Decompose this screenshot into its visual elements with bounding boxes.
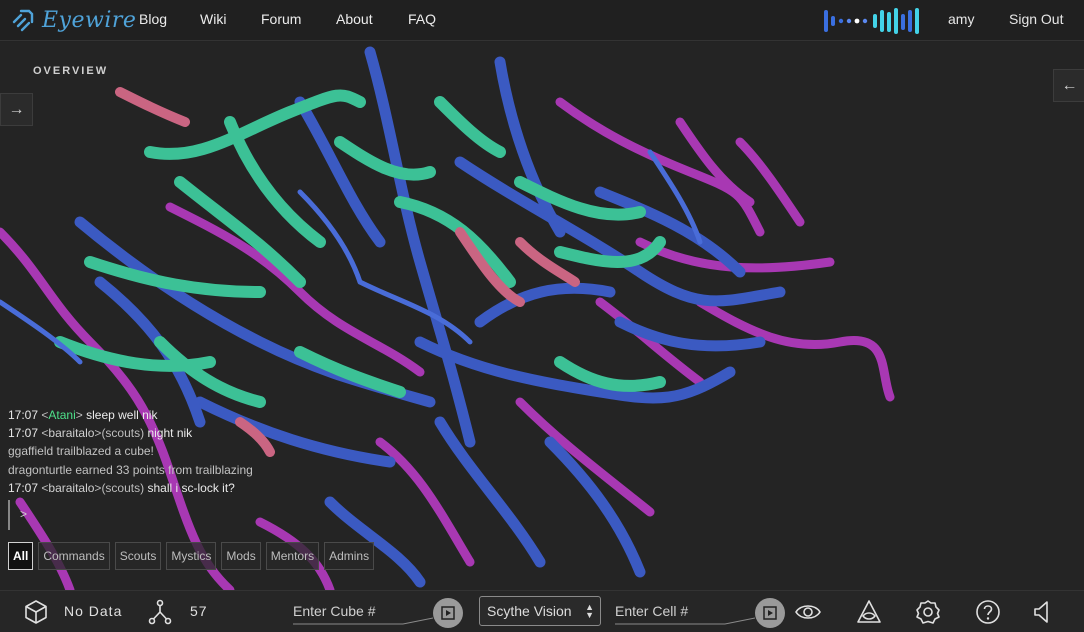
chat-team: (scouts) xyxy=(101,480,145,495)
chat-log: 17:07 <Atani> sleep well nik 17:07 <bara… xyxy=(8,406,338,497)
chat-time: 17:07 xyxy=(8,408,39,422)
sign-out-link[interactable]: Sign Out xyxy=(1009,11,1063,27)
cube-icon[interactable] xyxy=(23,599,49,625)
vision-mode-select[interactable]: Scythe Vision ▲ ▼ xyxy=(479,596,601,626)
play-into-icon xyxy=(763,606,777,620)
chat-system-message: ggaffield trailblazed a cube! xyxy=(8,444,154,459)
input-underline xyxy=(293,617,434,625)
chat-text: shall i sc-lock it? xyxy=(147,480,235,495)
cube-go-button[interactable] xyxy=(433,598,463,628)
logo-text: Eyewire xyxy=(42,7,137,33)
chat-message: 17:07 <Atani> sleep well nik xyxy=(8,406,338,424)
gear-icon[interactable] xyxy=(915,599,941,625)
chat-username[interactable]: baraitalo xyxy=(48,426,94,440)
chat-text: night nik xyxy=(147,426,193,441)
chat-message: 17:07 <baraitalo>(scouts) shall i sc-loc… xyxy=(8,479,338,497)
chat-input[interactable]: > xyxy=(8,500,270,530)
sound-icon[interactable] xyxy=(1030,599,1056,625)
chat-tab-admins[interactable]: Admins xyxy=(324,542,375,570)
expand-right-panel-button[interactable]: ← xyxy=(1053,69,1084,102)
cell-input-group xyxy=(615,597,785,628)
activity-meter-icon[interactable] xyxy=(824,8,924,34)
chat-system-message: dragonturtle earned 33 points from trail… xyxy=(8,462,253,477)
arrow-right-icon: → xyxy=(8,100,25,118)
branch-icon[interactable] xyxy=(147,599,173,625)
nav-faq-link[interactable]: FAQ xyxy=(408,11,436,27)
expand-left-panel-button[interactable]: → xyxy=(0,93,33,126)
arrow-left-icon: ← xyxy=(1061,76,1078,94)
top-navigation-bar: Eyewire Blog Wiki Forum About FAQ amy Si… xyxy=(0,0,1084,41)
bottom-toolbar: No Data 57 Scythe Vision ▲▼ xyxy=(0,590,1084,632)
cube-input-group xyxy=(293,597,463,628)
triangle-eye-icon[interactable] xyxy=(856,599,882,625)
chat-tab-mentors[interactable]: Mentors xyxy=(265,542,320,570)
chat-time: 17:07 xyxy=(8,426,39,441)
username-link[interactable]: amy xyxy=(948,11,974,27)
chat-tab-commands[interactable]: Commands xyxy=(38,542,110,570)
help-icon[interactable] xyxy=(975,599,1001,625)
chat-team: (scouts) xyxy=(101,426,145,441)
branch-count: 57 xyxy=(190,603,208,619)
chat-text: sleep well nik xyxy=(86,408,158,422)
chat-tab-mystics[interactable]: Mystics xyxy=(166,542,217,570)
chat-username[interactable]: Atani xyxy=(48,408,75,422)
cell-go-button[interactable] xyxy=(755,598,785,628)
chat-bracket: > xyxy=(75,408,83,422)
cube-status-text: No Data xyxy=(64,603,123,619)
select-arrows-icon: ▲ ▼ xyxy=(585,602,594,620)
eye-icon[interactable] xyxy=(795,599,821,625)
chat-channel-tabs: All Commands Scouts Mystics Mods Mentors… xyxy=(8,542,375,570)
nav-blog-link[interactable]: Blog xyxy=(139,11,167,27)
play-into-icon xyxy=(441,606,455,620)
chat-tab-mods[interactable]: Mods xyxy=(221,542,261,570)
chat-tab-all[interactable]: All xyxy=(8,542,34,570)
overview-label: OVERVIEW xyxy=(33,65,109,77)
nav-about-link[interactable]: About xyxy=(336,11,373,27)
vision-mode-value: Scythe Vision xyxy=(487,603,572,619)
nav-forum-link[interactable]: Forum xyxy=(261,11,301,27)
nav-wiki-link[interactable]: Wiki xyxy=(200,11,226,27)
logo-icon xyxy=(12,9,34,32)
chat-prompt: > xyxy=(20,507,28,521)
chat-tab-scouts[interactable]: Scouts xyxy=(114,542,162,570)
chat-username[interactable]: baraitalo xyxy=(48,481,94,495)
chat-message: 17:07 <baraitalo>(scouts) night nik xyxy=(8,424,338,442)
input-underline xyxy=(615,617,756,625)
eyewire-logo[interactable]: Eyewire xyxy=(10,6,136,34)
chat-time: 17:07 xyxy=(8,480,39,495)
